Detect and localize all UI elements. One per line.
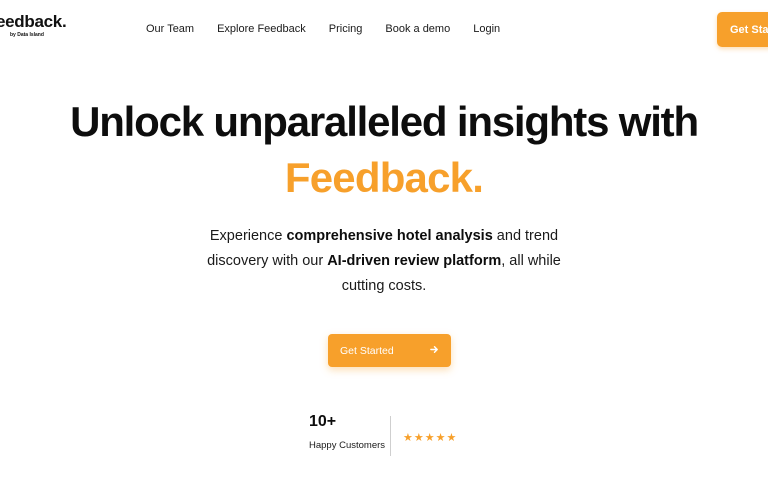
customer-count-label: Happy Customers (309, 440, 386, 451)
hero-get-started-label: Get Started (340, 344, 394, 357)
nav-pricing[interactable]: Pricing (329, 22, 363, 36)
hero-title-accent: Feedback. (284, 154, 484, 201)
header-get-started-button[interactable]: Get Started (717, 12, 768, 47)
rating-stars: ★★★★★ (403, 432, 458, 444)
customer-count: 10+ (309, 413, 337, 430)
arrow-right-icon (430, 345, 439, 357)
hero-subtitle: Experience comprehensive hotel analysis … (184, 224, 584, 299)
brand-name: eedback. (0, 12, 67, 31)
nav-book-demo[interactable]: Book a demo (385, 22, 450, 36)
nav-our-team[interactable]: Our Team (146, 22, 194, 36)
hero-subtitle-text-1: Experience (209, 228, 287, 244)
brand-tagline: by Data Island (10, 32, 44, 38)
hero-title: Unlock unparalleled insights with (70, 98, 699, 145)
brand-logo[interactable]: eedback. by Data Island (0, 12, 67, 39)
hero-subtitle-bold-1: comprehensive hotel analysis (286, 228, 493, 244)
top-nav: Our Team Explore Feedback Pricing Book a… (146, 22, 500, 36)
hero-subtitle-bold-2: AI-driven review platform (327, 253, 502, 269)
hero-get-started-button[interactable]: Get Started (328, 334, 451, 367)
header-get-started-label: Get Started (730, 23, 768, 36)
nav-login[interactable]: Login (473, 22, 500, 36)
nav-explore-feedback[interactable]: Explore Feedback (217, 22, 306, 36)
landing-page: eedback. by Data Island Our Team Explore… (0, 0, 768, 480)
stats-divider (390, 416, 391, 456)
